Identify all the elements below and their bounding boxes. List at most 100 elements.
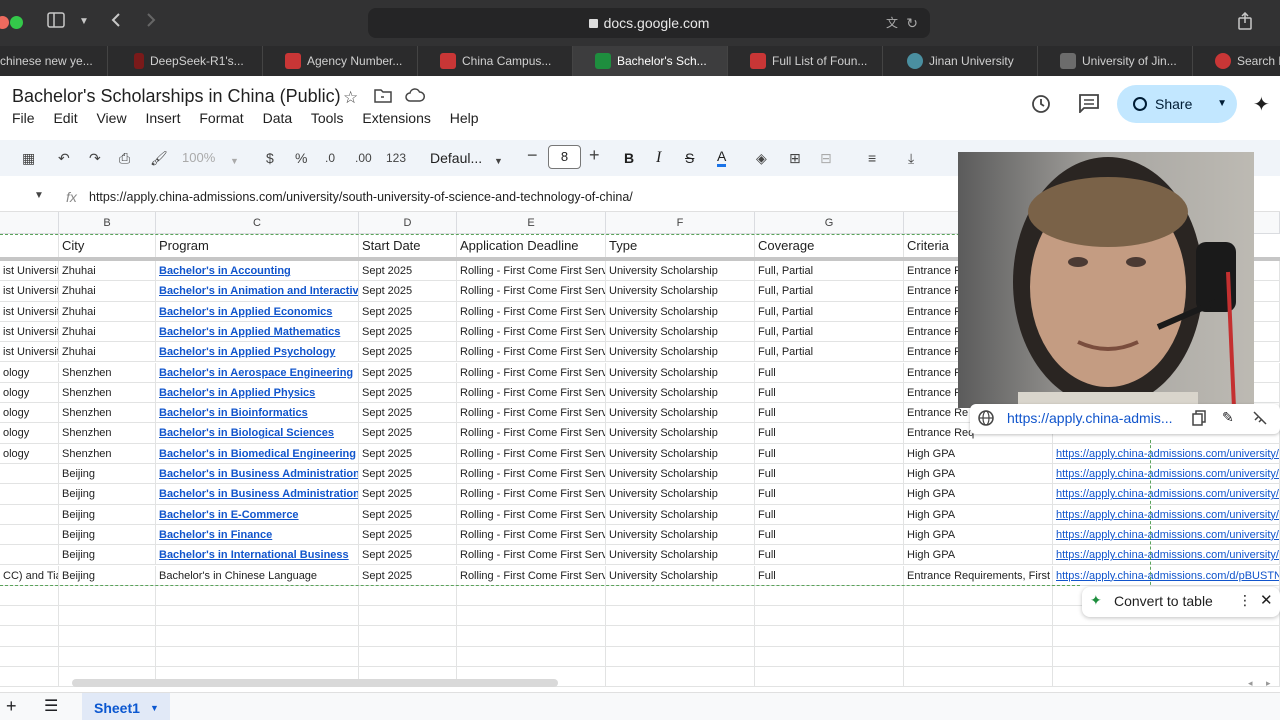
name-box-dropdown-icon[interactable]: ▼: [34, 190, 44, 201]
header-coverage[interactable]: Coverage: [755, 234, 904, 257]
cell-g[interactable]: Full: [755, 504, 904, 525]
cell-c[interactable]: Bachelor's in Biological Sciences: [156, 423, 359, 444]
cell-a[interactable]: ist University: [0, 342, 59, 363]
cell-b[interactable]: Beijing: [59, 484, 156, 505]
browser-tab[interactable]: DeepSeek-R1's...: [108, 46, 263, 76]
browser-tab[interactable]: University of Jin...: [1038, 46, 1193, 76]
browser-tab[interactable]: Search P: [1193, 46, 1280, 76]
link-preview-url[interactable]: https://apply.china-admis...: [1007, 410, 1172, 426]
cell-f[interactable]: University Scholarship: [606, 382, 755, 404]
zoom-window-button[interactable]: [10, 16, 23, 29]
cell-i[interactable]: https://apply.china-admissions.com/unive…: [1053, 484, 1280, 505]
chevron-down-icon[interactable]: ▼: [150, 693, 159, 720]
column-header-d[interactable]: D: [359, 212, 457, 234]
empty-cell[interactable]: [156, 606, 359, 627]
cell-f[interactable]: University Scholarship: [606, 504, 755, 525]
cell-b[interactable]: Zhuhai: [59, 261, 156, 282]
cell-d[interactable]: Sept 2025: [359, 484, 457, 505]
cell-g[interactable]: Full, Partial: [755, 321, 904, 343]
cell-a[interactable]: ist University: [0, 321, 59, 343]
translate-icon[interactable]: 文: [886, 8, 898, 38]
empty-cell[interactable]: [359, 606, 457, 627]
cell-b[interactable]: Shenzhen: [59, 423, 156, 444]
cell-a[interactable]: [0, 524, 59, 546]
header-type[interactable]: Type: [606, 234, 755, 257]
cell-h[interactable]: High GPA: [904, 484, 1053, 505]
cell-d[interactable]: Sept 2025: [359, 565, 457, 586]
column-header-c[interactable]: C: [156, 212, 359, 234]
cell-d[interactable]: Sept 2025: [359, 261, 457, 282]
cloud-saved-icon[interactable]: [405, 88, 425, 108]
cell-b[interactable]: Beijing: [59, 524, 156, 546]
menus-icon[interactable]: ▦: [22, 149, 35, 167]
cell-a[interactable]: [0, 545, 59, 566]
cell-f[interactable]: University Scholarship: [606, 342, 755, 363]
add-sheet-icon[interactable]: +: [6, 696, 17, 717]
cell-g[interactable]: Full, Partial: [755, 301, 904, 322]
sheet-tab[interactable]: Sheet1 ▼: [82, 693, 170, 720]
convert-to-table-chip[interactable]: ✦ Convert to table ⋮ ✕: [1082, 587, 1280, 617]
cell-f[interactable]: University Scholarship: [606, 301, 755, 322]
cell-d[interactable]: Sept 2025: [359, 382, 457, 404]
cell-e[interactable]: Rolling - First Come First Serve: [457, 382, 606, 404]
text-color-button[interactable]: A: [717, 149, 727, 167]
column-header-b[interactable]: B: [59, 212, 156, 234]
menu-file[interactable]: File: [12, 110, 35, 126]
empty-cell[interactable]: [1053, 646, 1280, 667]
cell-h[interactable]: High GPA: [904, 524, 1053, 546]
empty-cell[interactable]: [1053, 626, 1280, 647]
cell-b[interactable]: Shenzhen: [59, 382, 156, 404]
empty-cell[interactable]: [606, 646, 755, 667]
empty-cell[interactable]: [755, 626, 904, 647]
empty-cell[interactable]: [359, 585, 457, 607]
empty-cell[interactable]: [59, 626, 156, 647]
cell-d[interactable]: Sept 2025: [359, 443, 457, 464]
cell-e[interactable]: Rolling - First Come First Serve: [457, 423, 606, 444]
empty-cell[interactable]: [59, 646, 156, 667]
empty-cell[interactable]: [59, 606, 156, 627]
cell-d[interactable]: Sept 2025: [359, 321, 457, 343]
cell-i[interactable]: https://apply.china-admissions.com/unive…: [1053, 545, 1280, 566]
cell-e[interactable]: Rolling - First Come First Serve: [457, 464, 606, 485]
address-bar[interactable]: docs.google.com ↻ 文: [368, 8, 930, 38]
cell-g[interactable]: Full: [755, 443, 904, 464]
copy-link-icon[interactable]: [1192, 410, 1206, 429]
empty-cell[interactable]: [457, 646, 606, 667]
edit-link-icon[interactable]: ✎: [1222, 409, 1234, 426]
cell-c[interactable]: Bachelor's in Finance: [156, 524, 359, 546]
all-sheets-icon[interactable]: ☰: [44, 696, 58, 716]
chevron-down-icon[interactable]: ▼: [79, 12, 89, 32]
cell-c[interactable]: Bachelor's in International Business: [156, 545, 359, 566]
chevron-down-icon[interactable]: ▼: [230, 152, 239, 170]
empty-cell[interactable]: [59, 585, 156, 607]
cell-b[interactable]: Zhuhai: [59, 321, 156, 343]
cell-i[interactable]: https://apply.china-admissions.com/unive…: [1053, 443, 1280, 464]
share-dropdown-icon[interactable]: ▼: [1217, 85, 1227, 123]
menu-format[interactable]: Format: [199, 110, 243, 126]
empty-cell[interactable]: [0, 626, 59, 647]
strikethrough-button[interactable]: S: [685, 149, 694, 167]
column-header-f[interactable]: F: [606, 212, 755, 234]
cell-c[interactable]: Bachelor's in Biomedical Engineering: [156, 443, 359, 464]
cell-a[interactable]: ology: [0, 362, 59, 383]
scroll-right-icon[interactable]: ▸: [1266, 678, 1271, 689]
formula-input[interactable]: https://apply.china-admissions.com/unive…: [89, 190, 633, 204]
cell-g[interactable]: Full: [755, 484, 904, 505]
horizontal-scrollbar[interactable]: [72, 679, 558, 687]
share-page-icon[interactable]: [1237, 11, 1253, 36]
scroll-left-icon[interactable]: ◂: [1248, 678, 1253, 689]
cell-e[interactable]: Rolling - First Come First Serve: [457, 524, 606, 546]
cell-e[interactable]: Rolling - First Come First Serve: [457, 443, 606, 464]
cell-i[interactable]: https://apply.china-admissions.com/d/pBU…: [1053, 565, 1280, 586]
cell-b[interactable]: Beijing: [59, 464, 156, 485]
empty-cell[interactable]: [606, 606, 755, 627]
empty-cell[interactable]: [755, 667, 904, 688]
menu-help[interactable]: Help: [450, 110, 479, 126]
cell-b[interactable]: Beijing: [59, 565, 156, 586]
header-cell-a[interactable]: [0, 234, 59, 257]
cell-g[interactable]: Full: [755, 362, 904, 383]
font-select[interactable]: Defaul...: [430, 149, 482, 167]
cell-h[interactable]: High GPA: [904, 443, 1053, 464]
cell-a[interactable]: [0, 504, 59, 525]
cell-a[interactable]: ology: [0, 423, 59, 444]
